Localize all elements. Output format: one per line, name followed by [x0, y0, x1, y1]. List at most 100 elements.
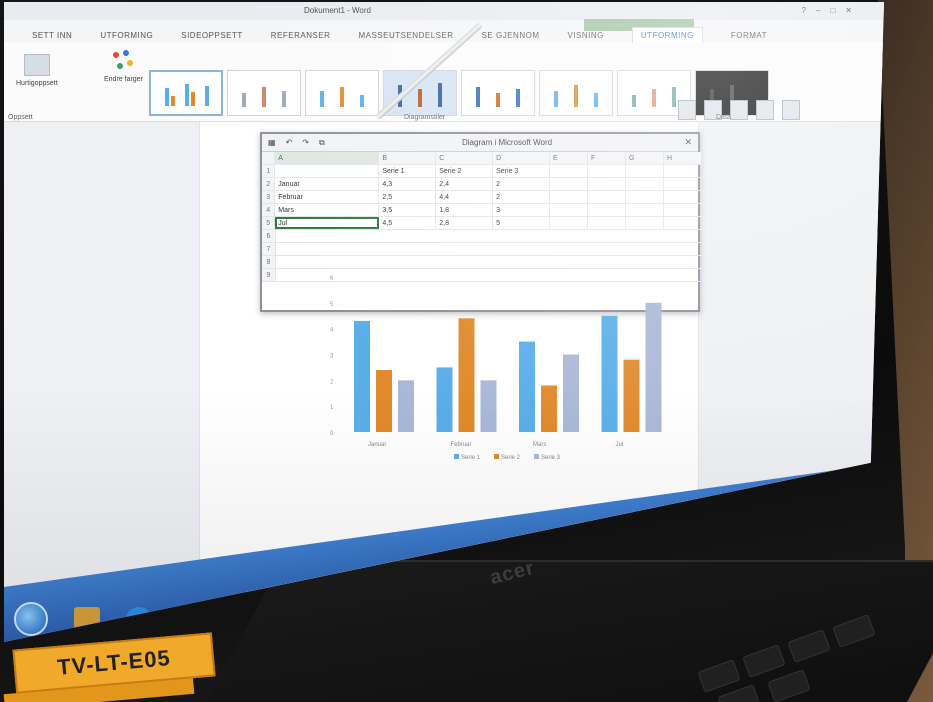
table-cell[interactable]: 2 [493, 178, 550, 190]
table-cell[interactable]: 2,4 [436, 178, 494, 190]
tab-chart-design[interactable]: UTFORMING [631, 27, 703, 43]
close-icon[interactable]: ✕ [684, 137, 692, 148]
clustered-bar-chart[interactable]: 0 1 2 3 4 5 6 Januar Februar Mars Jul Serie 1 Serie … [304, 267, 694, 467]
column-header[interactable]: B [379, 152, 437, 164]
column-header[interactable]: D [493, 152, 550, 164]
tab-references[interactable]: REFERANSER [271, 31, 331, 40]
table-cell[interactable]: Serie 3 [493, 165, 550, 177]
table-row: 4 Mars 3,5 1,8 3 [262, 204, 702, 217]
table-cell[interactable]: 4,3 [379, 178, 437, 190]
table-cell[interactable]: 5 [493, 217, 550, 229]
refresh-data-icon[interactable] [756, 100, 774, 120]
y-tick-label: 6 [330, 276, 334, 282]
bar-serie-3-mars[interactable] [563, 354, 579, 433]
bar-serie-2-jul[interactable] [623, 359, 640, 432]
help-icon[interactable]: ? [802, 6, 806, 15]
bar-serie-1-mars[interactable] [519, 341, 535, 432]
x-tick-label: Februar [451, 442, 472, 448]
table-row: 3 Februar 2,5 4,4 2 [262, 191, 702, 204]
chart-style-thumb[interactable] [149, 70, 223, 116]
y-tick-label: 4 [330, 328, 334, 334]
table-cell[interactable]: 3 [493, 204, 550, 216]
undo-icon[interactable]: ↶ [286, 138, 293, 147]
table-cell[interactable] [275, 165, 380, 177]
tab-design[interactable]: UTFORMING [100, 31, 153, 40]
table-cell[interactable]: 4,4 [436, 191, 494, 203]
title-bar: Dokument1 - Word ? – □ ✕ [4, 2, 884, 20]
y-tick-label: 1 [330, 405, 334, 411]
styles-group-label: Diagramstiler [404, 114, 446, 121]
minimize-icon[interactable]: – [816, 6, 820, 15]
table-cell[interactable]: 2,5 [379, 191, 437, 203]
table-cell[interactable]: Februar [275, 191, 380, 203]
bar-serie-2-januar[interactable] [376, 370, 392, 432]
bar-serie-2-mars[interactable] [541, 385, 557, 433]
close-icon[interactable]: ✕ [845, 6, 852, 15]
redo-icon[interactable]: ↷ [302, 138, 309, 147]
y-tick-label: 3 [330, 354, 334, 360]
table-cell[interactable]: Serie 2 [436, 165, 494, 177]
y-tick-label: 5 [330, 302, 334, 308]
legend-label: Serie 1 [461, 455, 481, 461]
bar-serie-1-jul[interactable] [601, 315, 618, 432]
quick-layout-label: Hurtigoppsett [16, 80, 58, 87]
y-tick-label: 0 [330, 431, 334, 437]
start-button[interactable] [14, 602, 48, 636]
chart-style-thumb[interactable] [461, 70, 535, 116]
x-tick-label: Mars [533, 442, 546, 448]
table-cell[interactable]: 4,5 [379, 217, 437, 229]
legend-swatch [534, 454, 539, 459]
spreadsheet-grid: A B C D E F G H 1 Serie 1 Serie 2 Serie … [262, 152, 702, 282]
color-palette-icon [111, 50, 135, 72]
chart-data-titlebar: ▦ ↶ ↷ ⧉ Diagram i Microsoft Word ✕ [262, 134, 698, 152]
table-row: 7 [262, 243, 702, 256]
tab-page-layout[interactable]: SIDEOPPSETT [181, 31, 243, 40]
quick-layout-button[interactable]: Hurtigoppsett [16, 54, 58, 87]
change-chart-type-icon[interactable] [782, 100, 800, 120]
column-header[interactable]: F [588, 152, 626, 164]
tab-insert[interactable]: SETT INN [32, 31, 72, 40]
maximize-icon[interactable]: □ [830, 6, 835, 15]
y-tick-label: 2 [330, 379, 334, 385]
tab-chart-format[interactable]: FORMAT [731, 31, 767, 40]
tab-review[interactable]: SE GJENNOM [482, 31, 540, 40]
bar-serie-1-februar[interactable] [436, 367, 453, 432]
bar-serie-1-januar[interactable] [354, 320, 370, 432]
column-header[interactable]: E [550, 152, 588, 164]
table-cell[interactable]: Januar [275, 178, 380, 190]
column-header[interactable]: A [275, 152, 380, 164]
table-row: 6 [262, 230, 702, 243]
change-colors-label: Endre farger [104, 76, 143, 83]
table-cell[interactable]: Mars [275, 204, 380, 216]
table-cell[interactable]: 2 [493, 191, 550, 203]
table-cell[interactable]: 3,5 [379, 204, 437, 216]
column-header[interactable]: G [626, 152, 664, 164]
switch-row-column-icon[interactable] [678, 100, 696, 120]
tab-view[interactable]: VISNING [568, 31, 604, 40]
open-in-excel-icon[interactable]: ⧉ [319, 138, 325, 148]
excel-app-icon: ▦ [268, 138, 276, 147]
column-header[interactable]: C [436, 152, 494, 164]
chart-canvas: 0 1 2 3 4 5 6 Januar Februar Mars Jul Serie 1 Serie … [330, 276, 662, 461]
x-tick-label: Jul [616, 442, 624, 448]
window-title: Dokument1 - Word [304, 6, 371, 15]
legend-label: Serie 2 [501, 455, 521, 461]
chart-style-thumb[interactable] [227, 70, 301, 116]
legend-label: Serie 3 [541, 455, 561, 461]
tab-mailings[interactable]: MASSEUTSENDELSER [358, 31, 453, 40]
table-cell[interactable]: 1,8 [436, 204, 494, 216]
active-table-cell[interactable]: Jul [275, 217, 380, 229]
column-header[interactable]: H [664, 152, 702, 164]
change-colors-button[interactable]: Endre farger [104, 50, 143, 83]
bar-serie-3-januar[interactable] [398, 380, 414, 432]
edit-data-icon[interactable] [730, 100, 748, 120]
bar-serie-2-februar[interactable] [458, 318, 475, 432]
bar-serie-3-jul[interactable] [645, 302, 662, 432]
bar-serie-3-februar[interactable] [480, 380, 497, 432]
data-group-label: Data [716, 114, 731, 121]
table-cell[interactable]: Serie 1 [379, 165, 437, 177]
table-cell[interactable]: 2,8 [436, 217, 494, 229]
chart-style-thumb[interactable] [539, 70, 613, 116]
x-tick-label: Januar [368, 442, 386, 448]
chart-style-thumb[interactable] [305, 70, 379, 116]
